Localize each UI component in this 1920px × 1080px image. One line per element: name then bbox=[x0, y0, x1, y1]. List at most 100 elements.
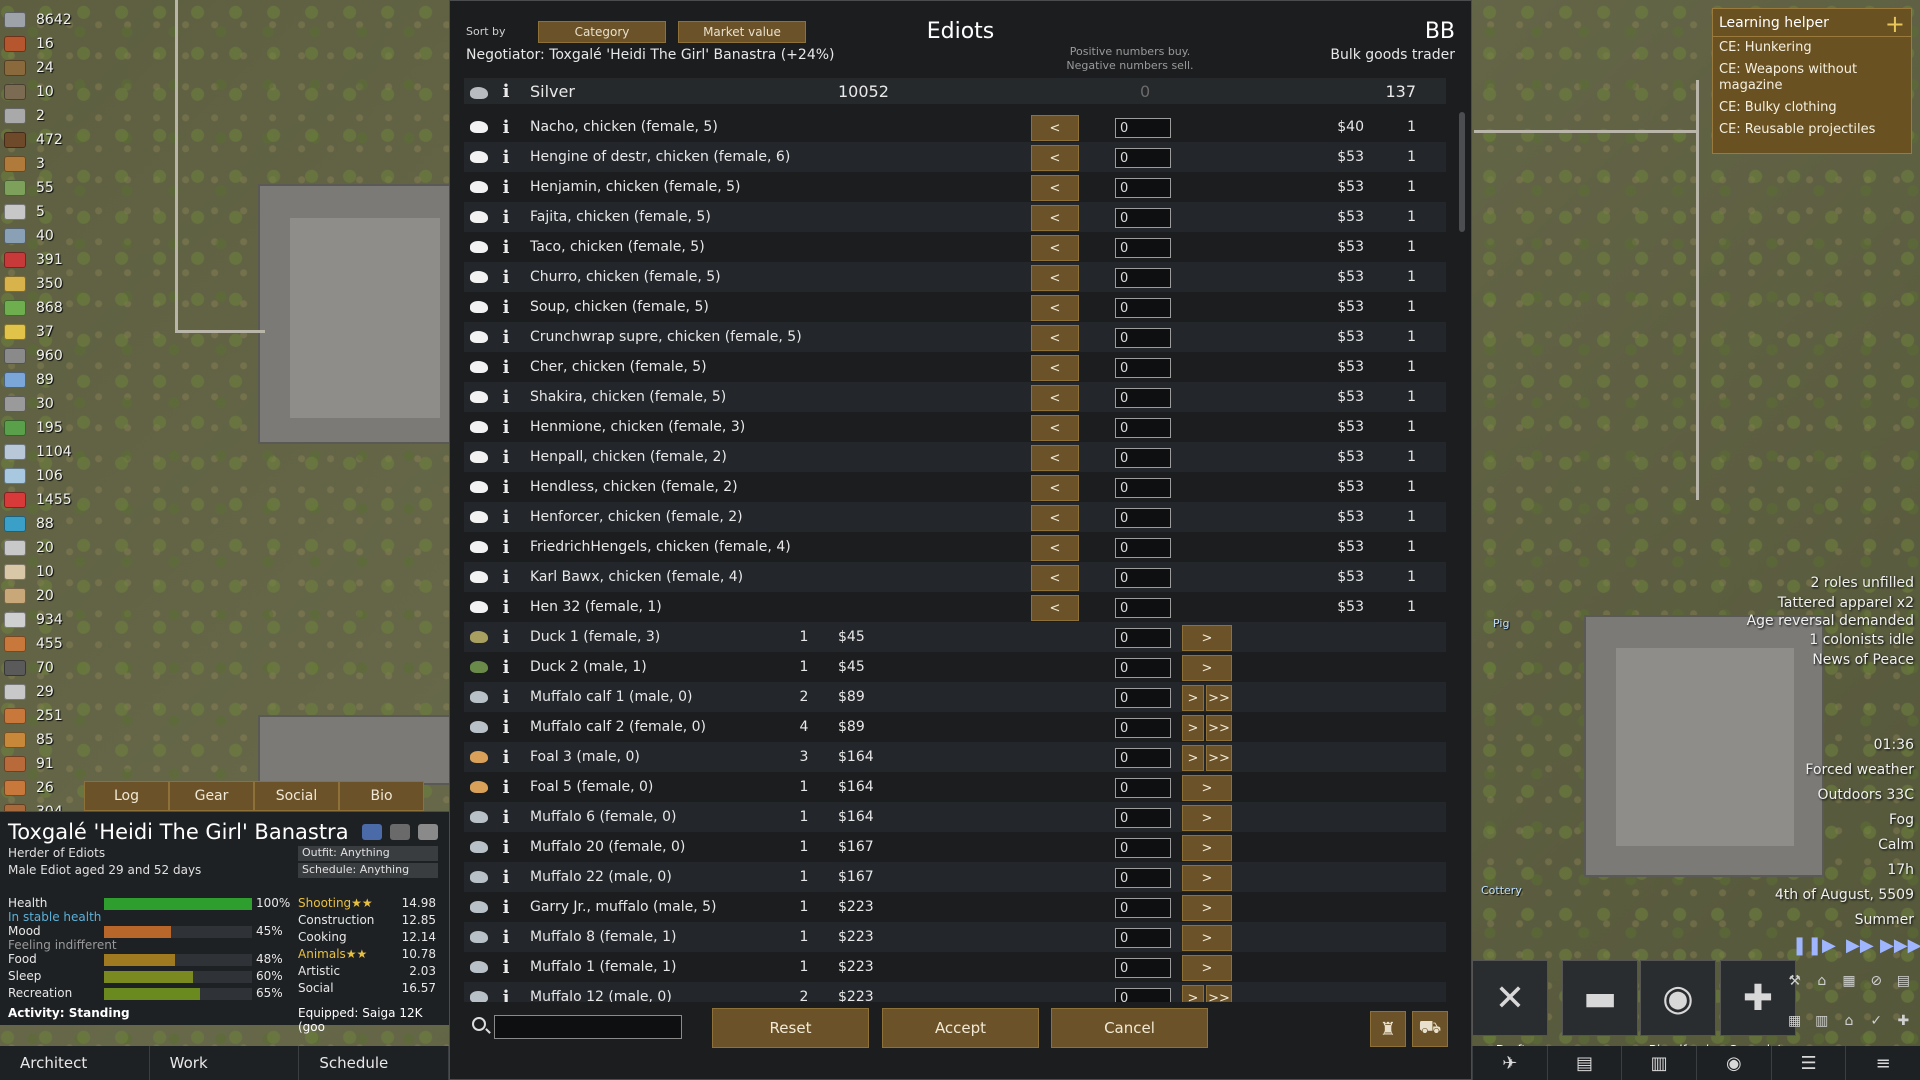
resource-item[interactable]: 91 bbox=[4, 752, 94, 776]
buy-all-button[interactable]: >> bbox=[1206, 745, 1232, 771]
map-building-bottom[interactable] bbox=[258, 715, 454, 785]
pawn-tab-social[interactable]: Social bbox=[254, 781, 339, 811]
sell-one-button[interactable]: < bbox=[1031, 565, 1079, 591]
info-icon[interactable]: i bbox=[498, 112, 514, 142]
buy-one-button[interactable]: > bbox=[1182, 985, 1204, 1002]
skill-name[interactable]: Animals★★ bbox=[298, 947, 367, 961]
info-icon[interactable]: i bbox=[498, 862, 514, 892]
trade-quantity-input[interactable]: 0 bbox=[1115, 928, 1171, 948]
prio-icon[interactable]: ✚ bbox=[1891, 1002, 1916, 1040]
reset-button[interactable]: Reset bbox=[712, 1008, 869, 1048]
learning-item[interactable]: CE: Bulky clothing bbox=[1713, 97, 1911, 119]
fast-forward-icon[interactable]: ▶▶ bbox=[1846, 935, 1874, 956]
info-icon[interactable]: i bbox=[498, 78, 514, 104]
resource-item[interactable]: 88 bbox=[4, 512, 94, 536]
play-icon[interactable]: ▶ bbox=[1822, 935, 1836, 956]
learning-item[interactable]: CE: Hunkering bbox=[1713, 37, 1911, 59]
trade-quantity-input[interactable]: 0 bbox=[1115, 298, 1171, 318]
sell-one-button[interactable]: < bbox=[1031, 265, 1079, 291]
alert-item[interactable]: Age reversal demanded bbox=[1747, 613, 1914, 630]
info-icon[interactable]: i bbox=[498, 292, 514, 322]
alert-item[interactable]: 2 roles unfilled bbox=[1747, 573, 1914, 593]
trade-quantity-input[interactable]: 0 bbox=[1115, 388, 1171, 408]
research-icon[interactable]: ▤ bbox=[1546, 1046, 1622, 1080]
info-icon[interactable]: i bbox=[498, 172, 514, 202]
trade-quantity-input[interactable]: 0 bbox=[1115, 598, 1171, 618]
sell-one-button[interactable]: < bbox=[1031, 415, 1079, 441]
trade-quantity-input[interactable]: 0 bbox=[1115, 148, 1171, 168]
buy-one-button[interactable]: > bbox=[1182, 745, 1204, 771]
trade-list[interactable]: i Nacho, chicken (female, 5) <0 $40 1 i Hengin… bbox=[464, 112, 1446, 1002]
sell-one-button[interactable]: < bbox=[1031, 235, 1079, 261]
skill-name[interactable]: Social bbox=[298, 981, 334, 995]
resource-item[interactable]: 20 bbox=[4, 584, 94, 608]
sell-one-button[interactable]: < bbox=[1031, 475, 1079, 501]
info-icon[interactable]: i bbox=[498, 922, 514, 952]
main-button-work[interactable]: Work bbox=[150, 1046, 300, 1080]
info-icon[interactable]: i bbox=[498, 952, 514, 982]
trade-quantity-input[interactable]: 0 bbox=[1115, 958, 1171, 978]
pause-icon[interactable]: ❚❚ bbox=[1792, 935, 1822, 956]
sell-one-button[interactable]: < bbox=[1031, 595, 1079, 621]
buy-one-button[interactable]: > bbox=[1182, 655, 1232, 681]
buy-all-button[interactable]: >> bbox=[1206, 715, 1232, 741]
resource-item[interactable]: 2 bbox=[4, 104, 94, 128]
roof-icon[interactable]: ⌂ bbox=[1836, 1002, 1861, 1040]
resource-item[interactable]: 55 bbox=[4, 176, 94, 200]
buy-one-button[interactable]: > bbox=[1182, 835, 1232, 861]
info-icon[interactable]: i bbox=[498, 772, 514, 802]
resource-item[interactable]: 350 bbox=[4, 272, 94, 296]
self-tend-icon[interactable] bbox=[362, 824, 382, 840]
sell-one-button[interactable]: < bbox=[1031, 145, 1079, 171]
plan-icon[interactable]: ▤ bbox=[1891, 962, 1916, 1000]
resource-item[interactable]: 26 bbox=[4, 776, 94, 800]
need-bar[interactable] bbox=[104, 926, 252, 938]
world-icon[interactable]: ✈ bbox=[1472, 1046, 1547, 1080]
sell-one-button[interactable]: < bbox=[1031, 385, 1079, 411]
info-icon[interactable]: i bbox=[498, 682, 514, 712]
info-icon[interactable]: i bbox=[498, 892, 514, 922]
schedule-selector[interactable]: Schedule: Anything bbox=[298, 863, 438, 878]
need-bar[interactable] bbox=[104, 988, 252, 1000]
need-bar[interactable] bbox=[104, 898, 252, 910]
resource-item[interactable]: 195 bbox=[4, 416, 94, 440]
info-icon[interactable]: i bbox=[498, 232, 514, 262]
buy-one-button[interactable]: > bbox=[1182, 685, 1204, 711]
trade-quantity-input[interactable]: 0 bbox=[1115, 898, 1171, 918]
trade-quantity-input[interactable]: 0 bbox=[1115, 688, 1171, 708]
resource-item[interactable]: 391 bbox=[4, 248, 94, 272]
buy-one-button[interactable]: > bbox=[1182, 865, 1232, 891]
trade-quantity-input[interactable]: 0 bbox=[1115, 268, 1171, 288]
alert-item[interactable]: News of Peace bbox=[1747, 650, 1914, 670]
info-icon[interactable]: i bbox=[498, 502, 514, 532]
outfit-selector[interactable]: Outfit: Anything bbox=[298, 846, 438, 861]
trade-quantity-input[interactable]: 0 bbox=[1115, 808, 1171, 828]
forbid-icon[interactable]: ⊘ bbox=[1864, 962, 1889, 1000]
check-icon[interactable]: ✓ bbox=[1864, 1002, 1889, 1040]
sell-one-button[interactable]: < bbox=[1031, 115, 1079, 141]
trade-quantity-input[interactable]: 0 bbox=[1115, 988, 1171, 1002]
gear-icon[interactable] bbox=[418, 824, 438, 840]
trade-quantity-input[interactable]: 0 bbox=[1115, 478, 1171, 498]
skill-name[interactable]: Shooting★★ bbox=[298, 896, 373, 910]
info-icon[interactable]: i bbox=[498, 802, 514, 832]
skill-name[interactable]: Artistic bbox=[298, 964, 340, 978]
info-icon[interactable]: i bbox=[498, 562, 514, 592]
resource-item[interactable]: 24 bbox=[4, 56, 94, 80]
trade-quantity-input[interactable]: 0 bbox=[1115, 838, 1171, 858]
info-icon[interactable]: i bbox=[498, 982, 514, 1003]
sell-one-button[interactable]: < bbox=[1031, 505, 1079, 531]
resource-item[interactable]: 251 bbox=[4, 704, 94, 728]
info-icon[interactable]: i bbox=[498, 742, 514, 772]
info-icon[interactable]: i bbox=[498, 472, 514, 502]
trade-mode-icon[interactable]: ⛟ bbox=[1412, 1011, 1448, 1047]
trade-quantity-input[interactable]: 0 bbox=[1115, 328, 1171, 348]
info-icon[interactable]: i bbox=[498, 592, 514, 622]
trade-quantity-input[interactable]: 0 bbox=[1115, 538, 1171, 558]
trade-quantity-input[interactable]: 0 bbox=[1115, 118, 1171, 138]
resource-item[interactable]: 934 bbox=[4, 608, 94, 632]
trade-quantity-input[interactable]: 0 bbox=[1115, 238, 1171, 258]
trade-quantity-input[interactable]: 0 bbox=[1115, 718, 1171, 738]
trade-quantity-input[interactable]: 0 bbox=[1115, 658, 1171, 678]
buy-one-button[interactable]: > bbox=[1182, 805, 1232, 831]
